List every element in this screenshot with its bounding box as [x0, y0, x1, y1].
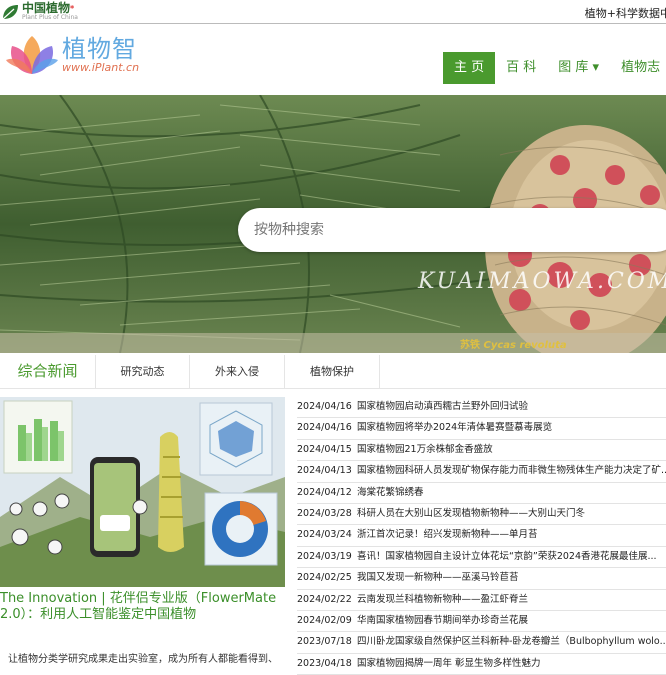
news-title[interactable]: 国家植物园将举办2024年清体暑赛暨慕毒展览 [357, 422, 552, 433]
news-date: 2024/03/28 [297, 507, 352, 519]
news-tabs: 综合新闻 研究动态 外来入侵 植物保护 [0, 355, 666, 389]
news-list: 2024/04/16 国家植物园启动滇西糯古兰野外回归试验 2024/04/16 国… [297, 397, 666, 675]
news-item[interactable]: 2024/04/13 国家植物园科研人员发现矿物保存能力而非微生物残体生产能力决定… [297, 461, 666, 483]
news-title[interactable]: 国家植物园揭牌一周年 彰显生物多样性魅力 [357, 658, 541, 669]
news-date: 2024/04/15 [297, 443, 352, 455]
news-date: 2024/03/24 [297, 529, 352, 541]
brand-url: www.iPlant.cn [62, 61, 140, 74]
feature-description: 让植物分类学研究成果走出实验室，成为所有人都能看得到、 [8, 654, 278, 665]
brand-name: 植物智 [62, 35, 137, 63]
caption-latin: Cycas revoluta [483, 340, 567, 351]
news-item[interactable]: 2024/04/12 海棠花繁锦绣春 [297, 483, 666, 504]
news-title[interactable]: 国家植物园21万余株郁金香盛放 [357, 444, 493, 455]
news-item[interactable]: 2024/03/19 喜讯！国家植物园自主设计立体花坛“京韵”荣获2024香港花展… [297, 547, 666, 569]
main-nav: 主 页 百 科 图 库 ▾ 植物志 [443, 52, 666, 84]
news-title[interactable]: 我国又发现一新物种——巫溪马铃苣苔 [357, 572, 519, 583]
lotus-logo-icon [6, 36, 58, 74]
news-item[interactable]: 2024/02/22 云南发现兰科植物新物种——盈江虾脊兰 [297, 590, 666, 611]
news-item[interactable]: 2023/07/18 四川卧龙国家级自然保护区兰科新种-卧龙卷瓣兰（Bulboph… [297, 632, 666, 654]
tab-invasive[interactable]: 外来入侵 [190, 355, 285, 388]
species-search-box[interactable] [238, 208, 666, 252]
news-item[interactable]: 2023/04/18 国家植物园揭牌一周年 彰显生物多样性魅力 [297, 654, 666, 675]
news-title[interactable]: 海棠花繁锦绣春 [357, 487, 424, 498]
brand-logo[interactable]: 植物智 www.iPlant.cn [6, 32, 139, 78]
news-item[interactable]: 2024/03/28 科研人员在大别山区发现植物新物种——大别山天门冬 [297, 504, 666, 526]
news-date: 2024/04/16 [297, 401, 352, 412]
hero-banner: KUAIMAOWA.COM 苏铁 Cycas revoluta [0, 95, 666, 353]
search-input[interactable] [254, 208, 634, 252]
news-title[interactable]: 科研人员在大别山区发现植物新物种——大别山天门冬 [357, 508, 585, 519]
top-bar: 中国植物* Plant Plus of China 植物+科学数据中心 [0, 0, 666, 24]
caption-chinese: 苏铁 [460, 340, 480, 351]
news-item[interactable]: 2024/02/25 我国又发现一新物种——巫溪马铃苣苔 [297, 568, 666, 590]
news-title[interactable]: 云南发现兰科植物新物种——盈江虾脊兰 [357, 594, 528, 605]
flowermate-illustration [0, 397, 285, 587]
news-date: 2023/04/18 [297, 657, 352, 669]
news-item[interactable]: 2024/04/15 国家植物园21万余株郁金香盛放 [297, 440, 666, 462]
news-date: 2023/07/18 [297, 636, 352, 648]
news-date: 2024/04/12 [297, 486, 352, 498]
nav-gallery[interactable]: 图 库 ▾ [547, 52, 610, 84]
news-title[interactable]: 浙江首次记录！绍兴发现新物种——单月苔 [357, 529, 538, 540]
news-title[interactable]: 四川卧龙国家级自然保护区兰科新种-卧龙卷瓣兰（Bulbophyllum wolo… [357, 636, 666, 647]
news-item[interactable]: 2024/04/16 国家植物园启动滇西糯古兰野外回归试验 [297, 397, 666, 419]
logo-subtitle: Plant Plus of China [22, 14, 78, 21]
photo-caption: 苏铁 Cycas revoluta [460, 336, 567, 351]
photo-watermark: KUAIMAOWA.COM [418, 269, 666, 294]
news-item[interactable]: 2024/04/16 国家植物园将举办2024年清体暑赛暨慕毒展览 [297, 418, 666, 440]
news-title[interactable]: 国家植物园启动滇西糯古兰野外回归试验 [357, 401, 528, 412]
news-item[interactable]: 2024/02/09 华南国家植物园春节期间举办珍奇兰花展 [297, 611, 666, 633]
news-date: 2024/04/16 [297, 422, 352, 434]
news-item[interactable]: 2024/03/24 浙江首次记录！绍兴发现新物种——单月苔 [297, 525, 666, 547]
data-center-link[interactable]: 植物+科学数据中心 [585, 5, 666, 21]
news-title[interactable]: 喜讯！国家植物园自主设计立体花坛“京韵”荣获2024香港花展最佳展... [357, 551, 657, 562]
leaf-logo-icon [2, 4, 18, 19]
tab-research[interactable]: 研究动态 [96, 355, 190, 388]
nav-home[interactable]: 主 页 [443, 52, 496, 84]
news-date: 2024/02/25 [297, 572, 352, 584]
plant-plus-logo[interactable]: 中国植物* Plant Plus of China [0, 0, 78, 23]
logo-star: * [70, 3, 75, 13]
news-date: 2024/02/09 [297, 614, 352, 626]
tab-general-news[interactable]: 综合新闻 [0, 355, 96, 388]
tab-protection[interactable]: 植物保护 [285, 355, 380, 388]
news-title[interactable]: 华南国家植物园春节期间举办珍奇兰花展 [357, 615, 528, 626]
news-date: 2024/04/13 [297, 465, 352, 477]
feature-image[interactable] [0, 397, 285, 587]
news-title[interactable]: 国家植物园科研人员发现矿物保存能力而非微生物残体生产能力决定了矿... [357, 465, 666, 476]
feature-title[interactable]: The Innovation | 花伴侣专业版（FlowerMate 2.0）：… [0, 591, 290, 623]
logo-title: 中国植物 [22, 1, 71, 15]
nav-encyclopedia[interactable]: 百 科 [495, 52, 547, 84]
site-header: 植物智 www.iPlant.cn 主 页 百 科 图 库 ▾ 植物志 [0, 24, 666, 95]
news-date: 2024/03/19 [297, 550, 352, 562]
news-date: 2024/02/22 [297, 593, 352, 605]
nav-flora[interactable]: 植物志 [610, 52, 666, 84]
